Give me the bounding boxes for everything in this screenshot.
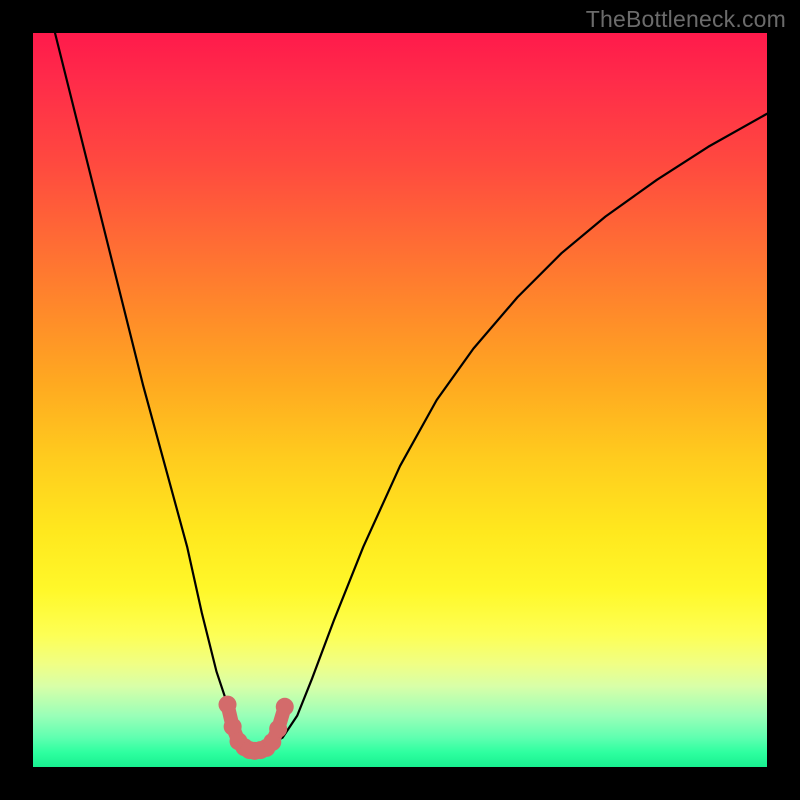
optimal-zone-dot [269,720,287,738]
chart-frame: TheBottleneck.com [0,0,800,800]
bottleneck-curve [55,33,767,745]
chart-svg [33,33,767,767]
optimal-zone-dot [276,698,294,716]
plot-area [33,33,767,767]
watermark-text: TheBottleneck.com [586,6,786,33]
optimal-zone-dot [219,696,237,714]
optimal-zone-dots [219,696,294,760]
